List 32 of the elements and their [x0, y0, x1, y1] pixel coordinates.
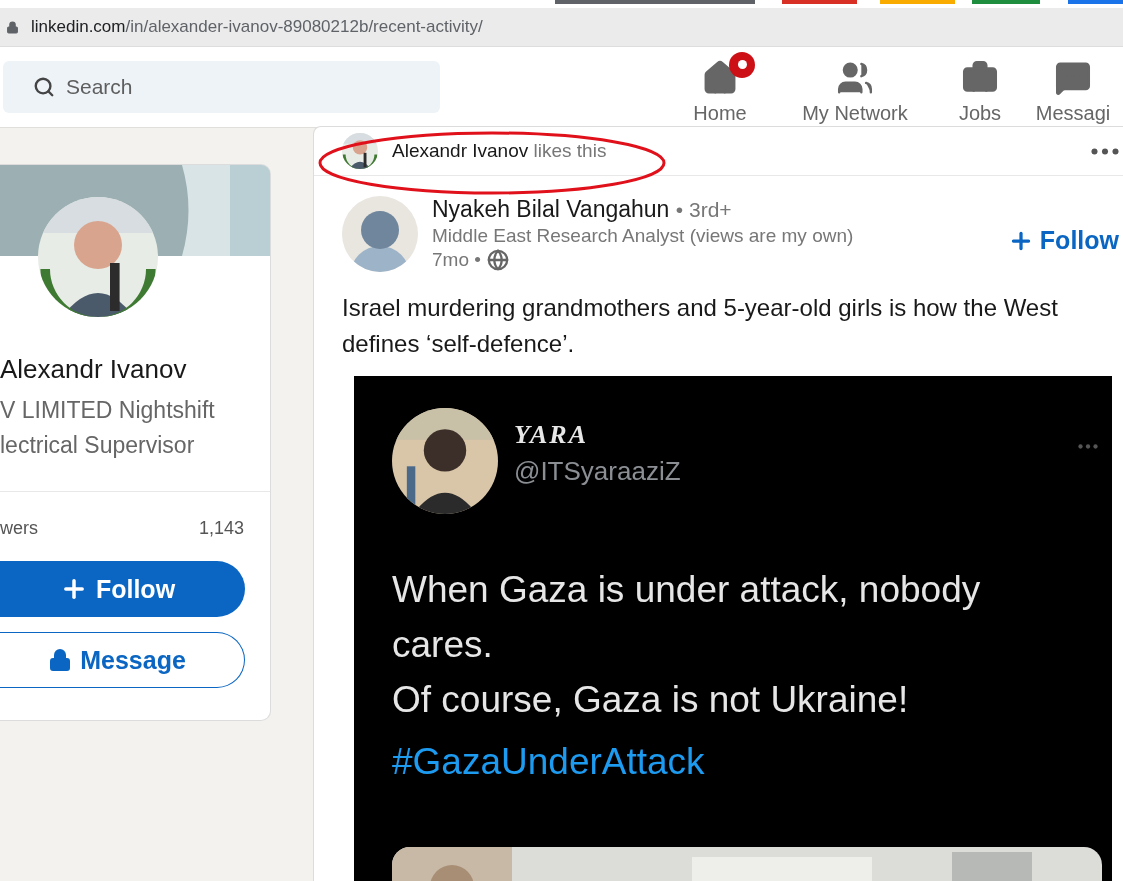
tweet-display-name: YARA — [514, 419, 589, 450]
person-silhouette-icon — [342, 196, 418, 272]
nav-item[interactable]: Home — [660, 49, 780, 125]
tab-indicator — [972, 0, 1040, 4]
tweet-text: Of course, Gaza is not Ukraine! — [392, 678, 910, 722]
lock-icon — [48, 648, 73, 672]
profile-headline: lectrical Supervisor — [0, 431, 196, 460]
tab-indicator — [1068, 0, 1123, 4]
message-button[interactable]: Message — [0, 632, 245, 688]
follow-button[interactable]: Follow — [0, 561, 245, 617]
tweet-hashtag[interactable]: #GazaUnderAttack — [392, 741, 1112, 783]
tweet-handle: @ITSyaraaziZ — [514, 455, 681, 487]
search-icon — [33, 76, 55, 98]
activity-text: Alexandr Ivanov likes this — [392, 140, 607, 162]
profile-headline: V LIMITED Nightshift — [0, 396, 216, 425]
post-time: 7mo • — [432, 249, 481, 271]
follow-link[interactable]: Follow — [1007, 226, 1119, 255]
profile-name: Alexandr Ivanov — [0, 354, 188, 385]
author-headline: Middle East Research Analyst (views are my own) — [432, 225, 854, 247]
stat-label: wers — [0, 518, 38, 539]
nav-item[interactable]: My Network — [780, 49, 930, 125]
more-icon[interactable] — [1091, 147, 1119, 155]
author-name[interactable]: Nyakeh Bilal Vangahun • 3rd+ — [432, 196, 854, 223]
globe-icon — [486, 249, 509, 271]
search-field[interactable]: Search — [3, 61, 440, 113]
nav-item[interactable]: Messagi — [1030, 49, 1116, 125]
more-icon — [1078, 444, 1098, 449]
nav-item[interactable]: Jobs — [930, 49, 1030, 125]
post-text: Israel murdering grandmothers and 5-year-old girls is how the West defines ‘self-defence’. — [342, 293, 1059, 359]
lock-icon — [6, 20, 19, 34]
stat-value: 1,143 — [198, 518, 244, 539]
tweet-text: When Gaza is under attack, nobody cares. — [392, 568, 982, 667]
